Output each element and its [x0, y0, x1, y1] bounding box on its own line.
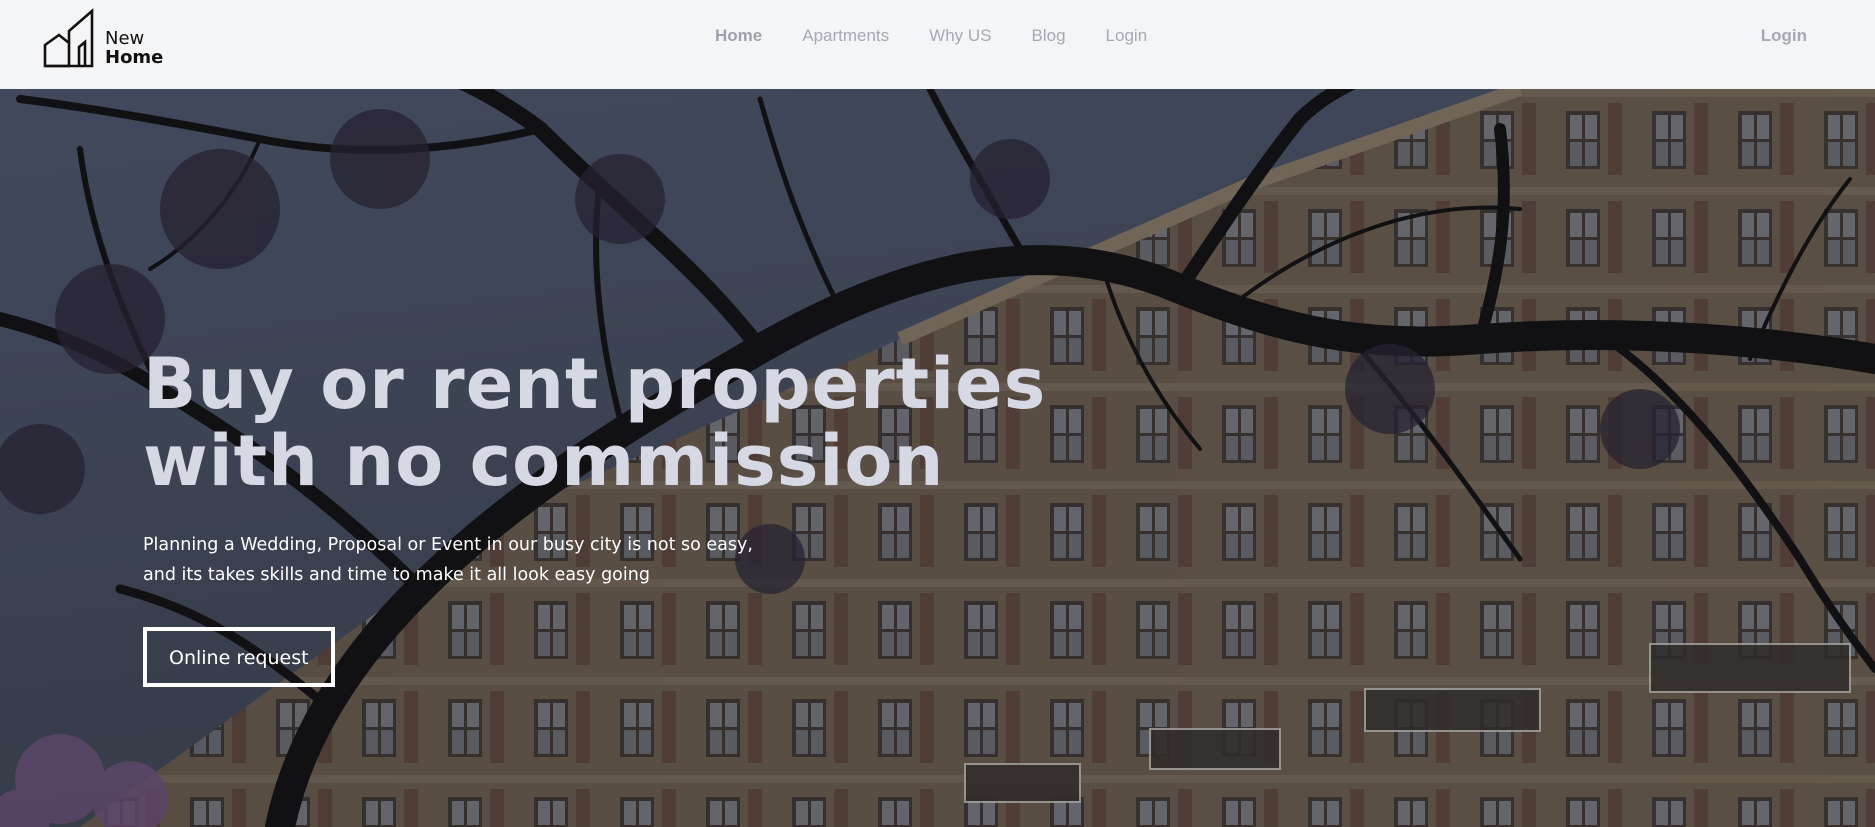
hero-headline: Buy or rent properties with no commissio…: [143, 346, 1046, 500]
hero-section: Buy or rent properties with no commissio…: [0, 89, 1875, 827]
hero-subtext: Planning a Wedding, Proposal or Event in…: [143, 530, 863, 590]
nav-home[interactable]: Home: [715, 26, 762, 46]
nav-apartments[interactable]: Apartments: [802, 26, 889, 46]
nav-login[interactable]: Login: [1106, 26, 1148, 46]
site-header: New Home Home Apartments Why US Blog Log…: [0, 0, 1875, 89]
header-login-link[interactable]: Login: [1761, 26, 1807, 46]
hero-headline-line1: Buy or rent properties: [143, 343, 1047, 425]
online-request-button[interactable]: Online request: [143, 627, 335, 687]
nav-why-us[interactable]: Why US: [929, 26, 991, 46]
logo-line2: Home: [105, 47, 164, 68]
hero-subtext-line2: and its takes skills and time to make it…: [143, 565, 650, 585]
logo[interactable]: New Home: [43, 7, 163, 68]
main-nav: Home Apartments Why US Blog Login: [715, 26, 1147, 46]
nav-blog[interactable]: Blog: [1032, 26, 1066, 46]
building-icon: [43, 8, 94, 68]
logo-text: New Home: [105, 29, 163, 68]
hero-headline-line2: with no commission: [143, 420, 945, 502]
logo-line1: New: [105, 28, 145, 49]
hero-content: Buy or rent properties with no commissio…: [143, 346, 1046, 687]
hero-subtext-line1: Planning a Wedding, Proposal or Event in…: [143, 535, 753, 555]
